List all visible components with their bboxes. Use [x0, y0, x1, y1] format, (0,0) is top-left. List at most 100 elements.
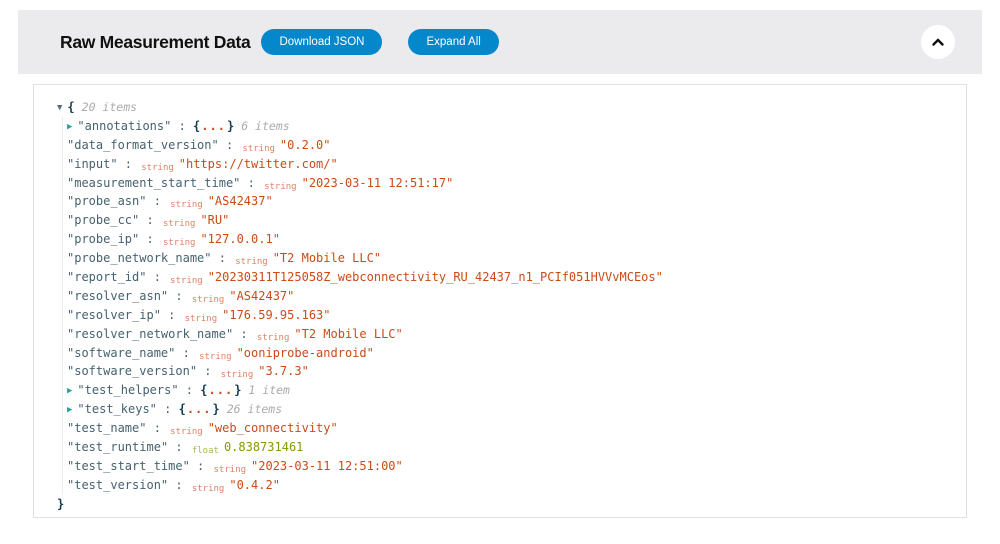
key-value-separator: : [190, 459, 212, 473]
collapse-section-button[interactable] [921, 25, 955, 59]
page-title: Raw Measurement Data [60, 32, 250, 53]
download-json-button[interactable]: Download JSON [261, 29, 382, 55]
json-row: "report_id" : string "20230311T125058Z_we… [67, 268, 946, 287]
value-type-label: string [170, 200, 203, 210]
value-type-label: string [170, 427, 203, 437]
key-value-separator: : [219, 138, 241, 152]
json-row: "probe_ip" : string"127.0.0.1" [67, 230, 946, 249]
json-children: ▶ "annotations" : {...} 6 items "data_forma… [62, 117, 946, 495]
triangle-right-icon[interactable]: ▶ [67, 401, 72, 420]
card-header: Raw Measurement Data Download JSON Expan… [18, 10, 982, 74]
value-type-label: string [192, 295, 225, 305]
value-type-label: string [235, 257, 268, 267]
json-root-close-row: } [57, 495, 946, 514]
key-value-separator: : [139, 232, 161, 246]
json-key: "probe_ip" [67, 232, 139, 246]
json-row: "input" : string"https://twitter.com/" [67, 155, 946, 174]
key-value-separator: : [179, 383, 201, 397]
json-root-row: ▼ {20 items [57, 98, 946, 117]
collapsed-content-ellipsis[interactable]: ... [200, 119, 227, 133]
json-row: ▶"test_keys" : {...}26 items [67, 400, 946, 419]
value-type-label: string [221, 370, 254, 380]
collapsed-content-ellipsis[interactable]: ... [186, 402, 213, 416]
json-key: "resolver_ip" [67, 308, 161, 322]
open-brace: { [200, 383, 207, 397]
close-brace: } [227, 119, 234, 133]
json-row: "resolver_ip" : string"176.59.95.163" [67, 306, 946, 325]
json-key: "probe_network_name" [67, 251, 212, 265]
json-key: "probe_asn" [67, 194, 146, 208]
value-type-label: string [170, 276, 203, 286]
json-value: "T2 Mobile LLC" [273, 251, 381, 265]
expand-all-button[interactable]: Expand All [408, 29, 498, 55]
chevron-up-icon [929, 33, 947, 51]
root-item-count: 20 items [82, 100, 137, 114]
json-key: "resolver_network_name" [67, 327, 233, 341]
json-key: "resolver_asn" [67, 289, 168, 303]
json-key: "annotations" [77, 119, 171, 133]
triangle-down-icon[interactable]: ▼ [57, 99, 62, 118]
json-key: "test_start_time" [67, 459, 190, 473]
value-type-label: string [141, 163, 174, 173]
json-row: "probe_network_name" : string "T2 Mobile … [67, 249, 946, 268]
json-value: "0.2.0" [280, 138, 331, 152]
json-value: "ooniprobe-android" [237, 346, 374, 360]
triangle-right-icon[interactable]: ▶ [67, 118, 72, 137]
key-value-separator: : [175, 346, 197, 360]
item-count: 26 items [227, 402, 282, 416]
json-row: "software_version" : string"3.7.3" [67, 362, 946, 381]
key-value-separator: : [161, 308, 183, 322]
json-value: "20230311T125058Z_webconnectivity_RU_424… [208, 270, 663, 284]
json-value: "2023-03-11 12:51:17" [302, 176, 454, 190]
key-value-separator: : [157, 402, 179, 416]
key-value-separator: : [171, 119, 193, 133]
json-value: 0.838731461 [224, 440, 303, 454]
json-tree: ▼ {20 items ▶ "annotations" : {...} 6 items "… [57, 98, 946, 514]
json-row: "measurement_start_time" : string"2023-0… [67, 174, 946, 193]
json-viewer-panel: ▼ {20 items ▶ "annotations" : {...} 6 items "… [33, 84, 967, 518]
json-row: ▶"test_helpers" : {...}1 item [67, 381, 946, 400]
json-row: "software_name" : string "ooniprobe-andro… [67, 344, 946, 363]
json-key: "report_id" [67, 270, 146, 284]
value-type-label: string [257, 333, 290, 343]
value-type-label: string [163, 238, 196, 248]
close-brace: } [57, 497, 64, 511]
key-value-separator: : [233, 327, 255, 341]
json-row: ▶"annotations" : {...}6 items [67, 117, 946, 136]
json-value: "web_connectivity" [208, 421, 338, 435]
key-value-separator: : [146, 194, 168, 208]
key-value-separator: : [118, 157, 140, 171]
open-brace: { [67, 100, 74, 114]
json-key: "test_version" [67, 478, 168, 492]
close-brace: } [234, 383, 241, 397]
open-brace: { [179, 402, 186, 416]
json-value: "T2 Mobile LLC" [294, 327, 402, 341]
json-key: "input" [67, 157, 118, 171]
json-value: "2023-03-11 12:51:00" [251, 459, 403, 473]
collapsed-content-ellipsis[interactable]: ... [208, 383, 235, 397]
value-type-label: string [163, 219, 196, 229]
json-value: "AS42437" [229, 289, 294, 303]
json-key: "software_name" [67, 346, 175, 360]
json-row: "data_format_version" : string"0.2.0" [67, 136, 946, 155]
key-value-separator: : [168, 478, 190, 492]
value-type-label: string [214, 465, 247, 475]
value-type-label: string [199, 352, 232, 362]
json-key: "measurement_start_time" [67, 176, 240, 190]
json-row: "test_runtime" : float0.838731461 [67, 438, 946, 457]
raw-measurement-card: Raw Measurement Data Download JSON Expan… [18, 10, 982, 518]
item-count: 6 items [241, 119, 289, 133]
json-key: "test_name" [67, 421, 146, 435]
triangle-right-icon[interactable]: ▶ [67, 382, 72, 401]
key-value-separator: : [139, 213, 161, 227]
json-value: "3.7.3" [258, 364, 309, 378]
key-value-separator: : [146, 270, 168, 284]
key-value-separator: : [212, 251, 234, 265]
value-type-label: float [192, 446, 219, 456]
item-count: 1 item [248, 383, 290, 397]
json-key: "data_format_version" [67, 138, 219, 152]
close-brace: } [213, 402, 220, 416]
json-value: "AS42437" [208, 194, 273, 208]
key-value-separator: : [168, 289, 190, 303]
key-value-separator: : [240, 176, 262, 190]
